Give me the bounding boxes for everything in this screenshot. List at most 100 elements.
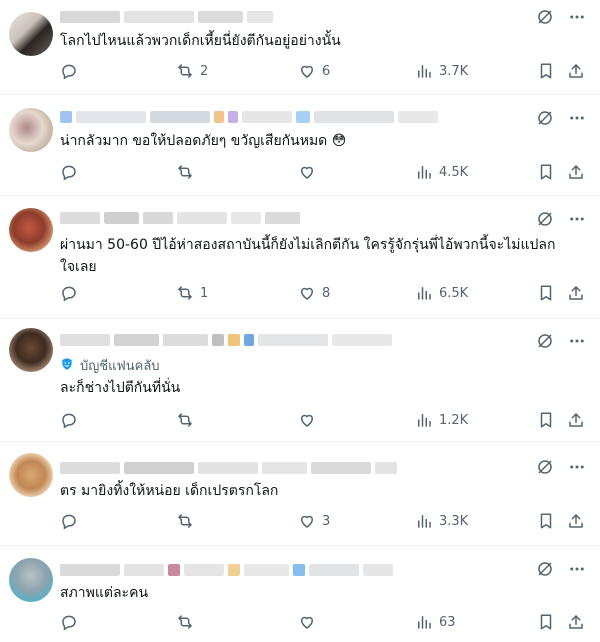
shield-badge-icon: [60, 357, 74, 375]
views-bars-icon: [415, 613, 433, 631]
retweet-button[interactable]: [176, 163, 200, 181]
bookmark-button[interactable]: [537, 411, 555, 429]
fan-account-badge: บัญชีแฟนคลับ: [60, 355, 160, 376]
more-dots-icon[interactable]: [568, 210, 586, 228]
heart-icon: [298, 62, 316, 80]
share-upload-icon: [567, 613, 585, 631]
retweet-button[interactable]: [176, 512, 200, 530]
slashed-circle-icon[interactable]: [536, 109, 554, 127]
avatar[interactable]: [9, 208, 53, 252]
heart-icon: [298, 613, 316, 631]
reply-item[interactable]: ตร มายิงทิ้งให้หน่อย เด็กเปรตรกโลก 3 3.3…: [0, 443, 600, 546]
reply-text: ละก็ช่างไปตีกันที่นั่น: [60, 380, 181, 396]
views-button[interactable]: 63: [415, 613, 456, 631]
reply-bubble-icon: [60, 411, 78, 429]
views-count: 1.2K: [439, 412, 469, 428]
like-button[interactable]: [298, 613, 322, 631]
more-dots-icon[interactable]: [568, 109, 586, 127]
views-button[interactable]: 3.3K: [415, 512, 468, 530]
reply-button[interactable]: [60, 411, 78, 429]
like-button[interactable]: 6: [298, 62, 330, 80]
like-button[interactable]: [298, 163, 322, 181]
more-dots-icon[interactable]: [568, 560, 586, 578]
views-bars-icon: [415, 411, 433, 429]
bookmark-icon: [537, 512, 555, 530]
views-button[interactable]: 1.2K: [415, 411, 468, 429]
slashed-circle-icon[interactable]: [536, 458, 554, 476]
retweet-icon: [176, 163, 194, 181]
share-button[interactable]: [567, 411, 585, 429]
reply-button[interactable]: [60, 613, 78, 631]
avatar[interactable]: [9, 453, 53, 497]
views-button[interactable]: 3.7K: [415, 62, 468, 80]
reply-button[interactable]: [60, 62, 78, 80]
author-name-blurred[interactable]: [60, 210, 300, 226]
share-button[interactable]: [567, 512, 585, 530]
views-count: 6.5K: [439, 285, 469, 301]
author-name-blurred[interactable]: [60, 332, 392, 348]
reply-text: ตร มายิงทิ้งให้หน่อย เด็กเปรตรกโลก: [60, 483, 279, 499]
share-button[interactable]: [567, 163, 585, 181]
views-count: 3.3K: [439, 513, 469, 529]
more-dots-icon[interactable]: [568, 458, 586, 476]
heart-icon: [298, 284, 316, 302]
slashed-circle-icon[interactable]: [536, 8, 554, 26]
more-dots-icon[interactable]: [568, 332, 586, 350]
retweet-icon: [176, 613, 194, 631]
share-button[interactable]: [567, 284, 585, 302]
slashed-circle-icon[interactable]: [536, 210, 554, 228]
retweet-button[interactable]: [176, 613, 200, 631]
bookmark-button[interactable]: [537, 512, 555, 530]
bookmark-icon: [537, 62, 555, 80]
views-count: 4.5K: [439, 164, 469, 180]
reply-item[interactable]: บัญชีแฟนคลับ ละก็ช่างไปตีกันที่นั่น 1.2K: [0, 320, 600, 442]
reply-item[interactable]: สภาพแต่ละคน 63: [0, 547, 600, 642]
reply-button[interactable]: [60, 284, 78, 302]
reply-button[interactable]: [60, 163, 78, 181]
reply-text: โลกไปไหนแล้วพวกเด็กเหี้ยนี่ยังตีกันอยู่อ…: [60, 33, 341, 49]
reply-item[interactable]: ผ่านมา 50-60 ปีไอ้ห่าสองสถาบันนี้ก็ยังไม…: [0, 197, 600, 319]
like-button[interactable]: [298, 411, 322, 429]
more-dots-icon[interactable]: [568, 8, 586, 26]
bookmark-button[interactable]: [537, 62, 555, 80]
slashed-circle-icon[interactable]: [536, 560, 554, 578]
share-button[interactable]: [567, 613, 585, 631]
reply-item[interactable]: โลกไปไหนแล้วพวกเด็กเหี้ยนี่ยังตีกันอยู่อ…: [0, 0, 600, 95]
bookmark-button[interactable]: [537, 284, 555, 302]
views-button[interactable]: 6.5K: [415, 284, 468, 302]
retweet-button[interactable]: 1: [176, 284, 208, 302]
bookmark-button[interactable]: [537, 163, 555, 181]
reply-button[interactable]: [60, 512, 78, 530]
slashed-circle-icon[interactable]: [536, 332, 554, 350]
share-button[interactable]: [567, 62, 585, 80]
reply-text: สภาพแต่ละคน: [60, 585, 149, 601]
reply-bubble-icon: [60, 512, 78, 530]
bookmark-button[interactable]: [537, 613, 555, 631]
views-button[interactable]: 4.5K: [415, 163, 468, 181]
retweet-count: 1: [200, 285, 209, 301]
retweet-button[interactable]: [176, 411, 200, 429]
retweet-count: 2: [200, 63, 209, 79]
retweet-button[interactable]: 2: [176, 62, 208, 80]
avatar[interactable]: [9, 12, 53, 56]
reply-bubble-icon: [60, 62, 78, 80]
reply-bubble-icon: [60, 163, 78, 181]
like-count: 3: [322, 513, 331, 529]
views-bars-icon: [415, 62, 433, 80]
avatar[interactable]: [9, 558, 53, 602]
bookmark-icon: [537, 163, 555, 181]
heart-icon: [298, 411, 316, 429]
avatar[interactable]: [9, 108, 53, 152]
share-upload-icon: [567, 512, 585, 530]
like-button[interactable]: 8: [298, 284, 330, 302]
author-name-blurred[interactable]: [60, 460, 397, 476]
author-name-blurred[interactable]: [60, 109, 438, 125]
reply-item[interactable]: น่ากลัวมาก ขอให้ปลอดภัยๆ ขวัญเสียกันหมด …: [0, 96, 600, 196]
avatar[interactable]: [9, 328, 53, 372]
author-name-blurred[interactable]: [60, 562, 393, 578]
reply-bubble-icon: [60, 284, 78, 302]
share-upload-icon: [567, 62, 585, 80]
like-button[interactable]: 3: [298, 512, 330, 530]
author-name-blurred[interactable]: [60, 9, 273, 25]
like-count: 8: [322, 285, 331, 301]
